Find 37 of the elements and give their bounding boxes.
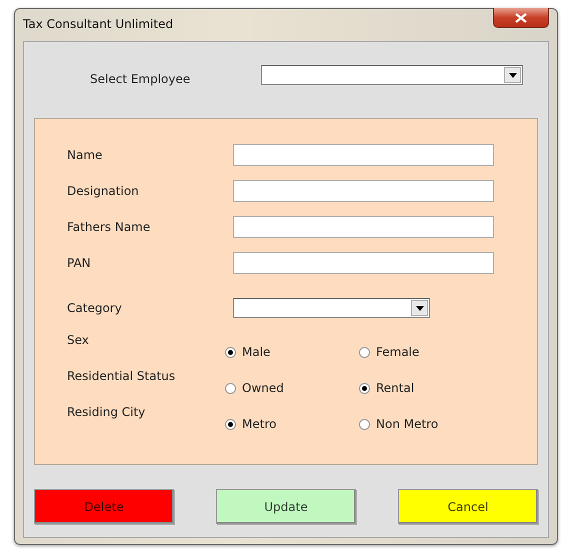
- radio-button[interactable]: [225, 418, 236, 430]
- employee-dropdown[interactable]: [261, 65, 523, 85]
- radio-label: Rental: [376, 381, 414, 395]
- field-label: Name: [67, 148, 104, 162]
- action-button[interactable]: Update: [216, 489, 356, 524]
- radio-label: Non Metro: [376, 417, 438, 431]
- input-field[interactable]: [233, 180, 494, 202]
- input-field[interactable]: [233, 252, 494, 274]
- caret-icon: [416, 306, 424, 310]
- radio-button[interactable]: [359, 418, 370, 430]
- field-label: PAN: [67, 256, 92, 270]
- action-button[interactable]: Cancel: [398, 489, 538, 524]
- caret-icon: [508, 72, 516, 78]
- dropdown-button[interactable]: [411, 300, 428, 316]
- window-title: Tax Consultant Unlimited: [23, 17, 174, 31]
- radio-button[interactable]: [359, 346, 370, 358]
- radio-label: Metro: [242, 417, 276, 431]
- close-icon: [515, 12, 527, 22]
- radio-label: Owned: [242, 381, 284, 395]
- field-label: Sex: [67, 332, 90, 347]
- radio-label: Male: [242, 345, 270, 359]
- radio-button[interactable]: [359, 382, 370, 394]
- close-button[interactable]: [493, 8, 549, 28]
- radio-label: Female: [376, 345, 420, 359]
- field-label: Residing City: [67, 404, 146, 419]
- radio-button[interactable]: [225, 382, 236, 394]
- field-label: Fathers Name: [67, 220, 152, 234]
- input-field[interactable]: [233, 216, 494, 238]
- field-label: Designation: [67, 184, 140, 198]
- field-label: Residential Status: [67, 368, 176, 383]
- action-button[interactable]: Delete: [34, 489, 174, 524]
- input-field[interactable]: [233, 144, 494, 166]
- dropdown-button[interactable]: [504, 67, 521, 83]
- field-label: Category: [67, 301, 123, 315]
- category-dropdown[interactable]: [233, 298, 430, 318]
- field-label: Select Employee: [89, 71, 192, 86]
- radio-button[interactable]: [225, 346, 236, 358]
